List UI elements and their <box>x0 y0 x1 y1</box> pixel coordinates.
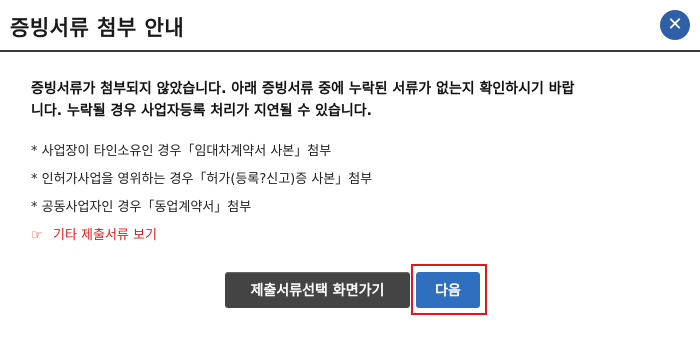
note-item-permit: * 인허가사업을 영위하는 경우「허가(등록?신고)증 사본」첨부 <box>31 172 373 187</box>
pointing-hand-icon: ☞ <box>31 228 43 243</box>
dialog-body: 증빙서류가 첨부되지 않았습니다. 아래 증빙서류 중에 누락된 서류가 없는지… <box>31 78 671 250</box>
notice-line-1: 증빙서류가 첨부되지 않았습니다. 아래 증빙서류 중에 누락된 서류가 없는지… <box>31 81 575 97</box>
other-documents-link[interactable]: ☞ 기타 제출서류 보기 <box>31 222 671 250</box>
dialog-header: 증빙서류 첨부 안내 ✕ <box>0 0 700 52</box>
note-item-lease: * 사업장이 타인소유인 경우「임대차계약서 사본」첨부 <box>31 144 332 159</box>
go-to-document-selection-button[interactable]: 제출서류선택 화면가기 <box>225 272 410 308</box>
notice-line-2: 니다. 누락될 경우 사업자등록 처리가 지연될 수 있습니다. <box>31 103 372 119</box>
next-button[interactable]: 다음 <box>416 272 480 308</box>
button-bar: 제출서류선택 화면가기 다음 <box>0 264 700 324</box>
close-button[interactable]: ✕ <box>660 10 690 40</box>
other-documents-label: 기타 제출서류 보기 <box>53 228 157 243</box>
document-notes-list: * 사업장이 타인소유인 경우「임대차계약서 사본」첨부 * 인허가사업을 영위… <box>31 138 671 222</box>
close-icon: ✕ <box>667 14 683 35</box>
note-item-partnership: * 공동사업자인 경우「동업계약서」첨부 <box>31 200 252 215</box>
dialog-title: 증빙서류 첨부 안내 <box>10 16 185 40</box>
notice-message: 증빙서류가 첨부되지 않았습니다. 아래 증빙서류 중에 누락된 서류가 없는지… <box>31 78 671 122</box>
